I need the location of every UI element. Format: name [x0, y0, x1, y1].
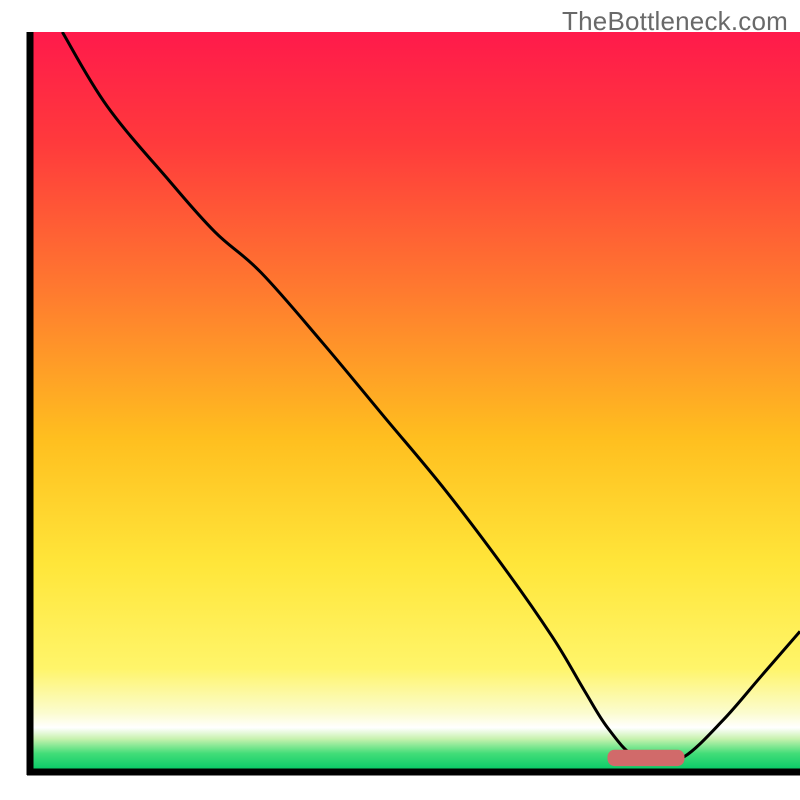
chart-stage: TheBottleneck.com	[0, 0, 800, 800]
plot-background	[30, 32, 800, 772]
chart-svg	[0, 0, 800, 800]
optimal-zone-marker	[608, 750, 685, 766]
watermark-text: TheBottleneck.com	[562, 6, 788, 37]
